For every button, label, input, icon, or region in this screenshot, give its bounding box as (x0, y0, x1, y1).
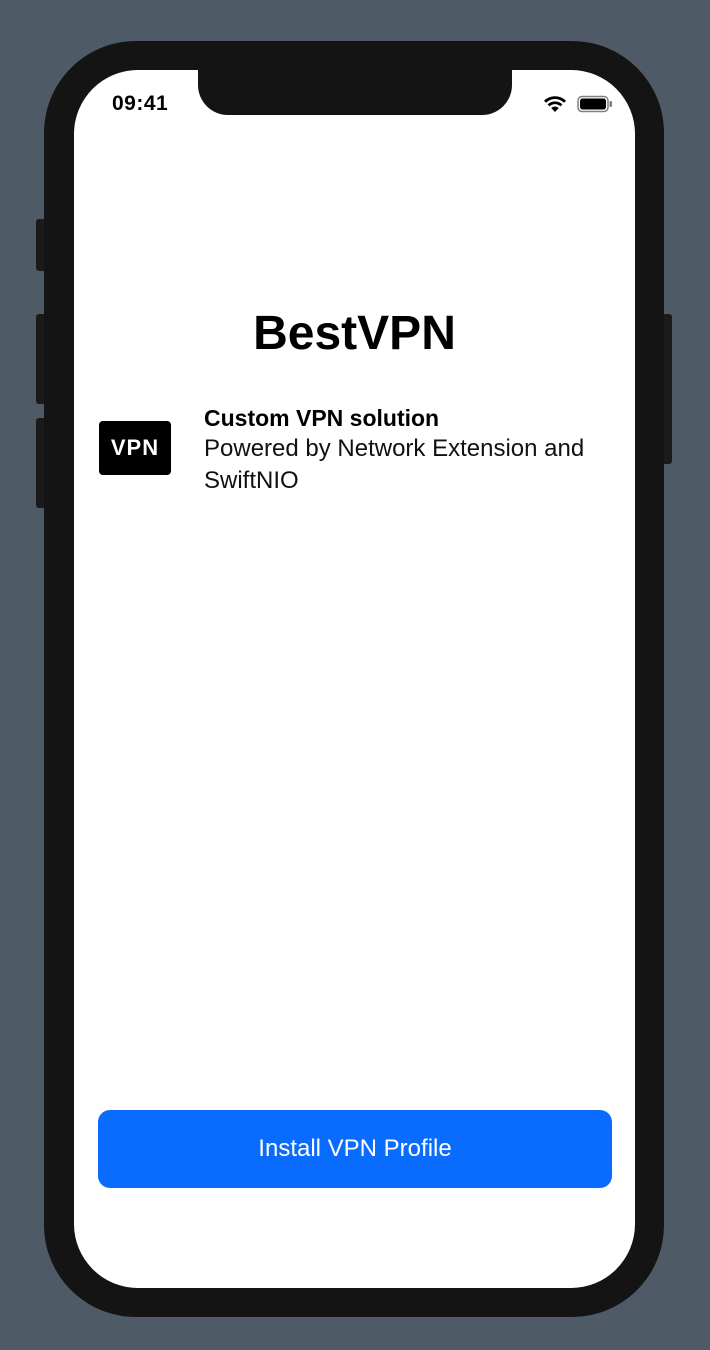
phone-screen: 09:41 BestVPN VPN Custom VPN solution Po… (74, 70, 635, 1288)
feature-description: Powered by Network Extension and SwiftNI… (204, 435, 585, 494)
status-icons (543, 95, 613, 118)
vpn-badge-icon: VPN (99, 421, 171, 475)
feature-text: Custom VPN solution Powered by Network E… (204, 403, 619, 497)
phone-frame: 09:41 BestVPN VPN Custom VPN solution Po… (44, 41, 664, 1317)
install-vpn-profile-button[interactable]: Install VPN Profile (98, 1110, 612, 1188)
app-title: BestVPN (253, 307, 456, 360)
status-time: 09:41 (112, 92, 169, 115)
feature-title: Custom VPN solution (204, 405, 440, 431)
wifi-icon (543, 95, 567, 118)
notch (198, 70, 512, 115)
feature-row: VPN Custom VPN solution Powered by Netwo… (99, 403, 619, 497)
battery-icon (577, 95, 613, 118)
